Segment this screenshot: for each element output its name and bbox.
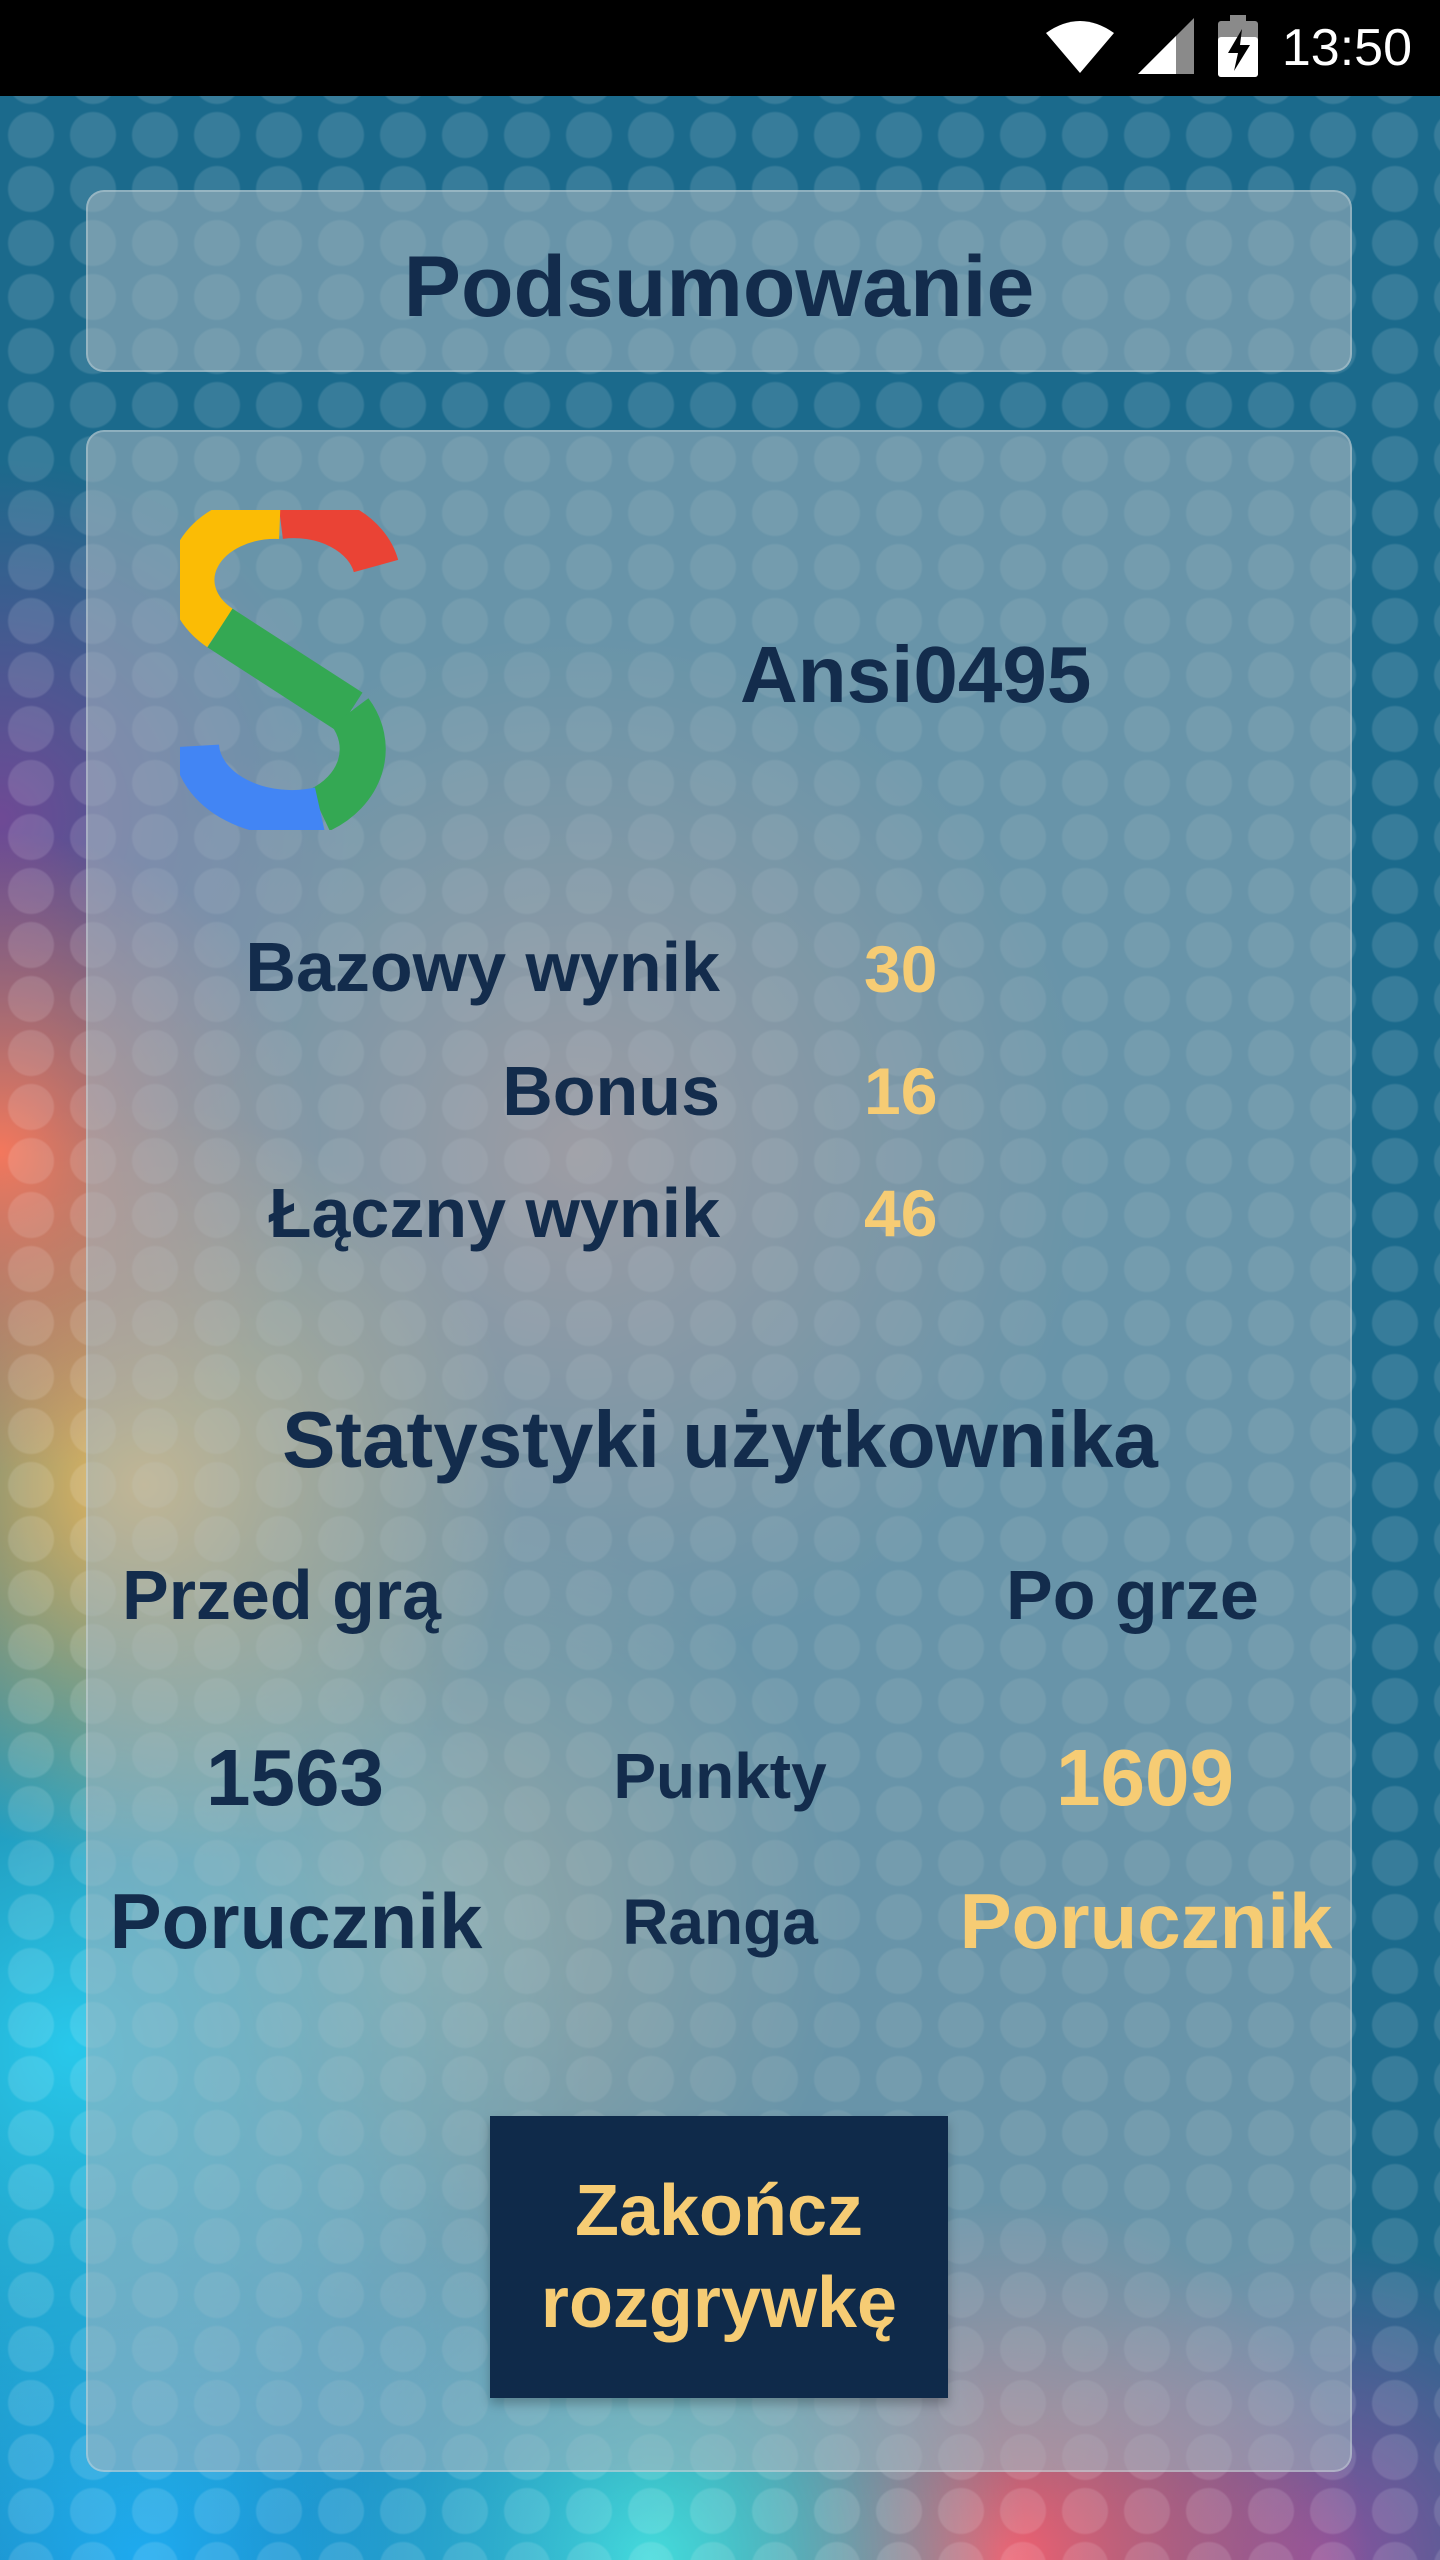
points-before-value: 1563 [206,1733,384,1822]
title-card: Podsumowanie [86,190,1352,372]
rank-after-value: Porucznik [959,1877,1333,1965]
stats-heading: Statystyki użytkownika [282,1395,1158,1484]
cell-signal-icon [1137,17,1194,79]
total-score-value: 46 [864,1176,938,1250]
battery-charging-icon [1217,14,1258,82]
end-game-button-line1: Zakończ [574,2171,864,2251]
before-game-label: Przed grą [122,1556,441,1634]
base-score-value: 30 [864,932,938,1006]
player-username: Ansi0495 [740,630,1092,719]
google-s-logo-icon [168,492,500,837]
bonus-label: Bonus [502,1052,720,1130]
wifi-icon [1045,19,1114,78]
end-game-button-line2: rozgrywkę [540,2263,898,2343]
points-after-value: 1609 [1056,1733,1234,1822]
end-game-button[interactable]: Zakończ rozgrywkę [490,2116,948,2398]
rank-before-value: Porucznik [109,1877,483,1965]
rank-label: Ranga [622,1886,818,1958]
points-label: Punkty [613,1740,827,1812]
base-score-label: Bazowy wynik [245,928,720,1006]
after-game-label: Po grze [1006,1556,1259,1634]
status-bar: 13:50 [0,0,1440,96]
total-score-label: Łączny wynik [268,1174,720,1252]
page-title: Podsumowanie [403,239,1035,335]
clock: 13:50 [1281,19,1412,77]
bonus-value: 16 [864,1054,938,1128]
